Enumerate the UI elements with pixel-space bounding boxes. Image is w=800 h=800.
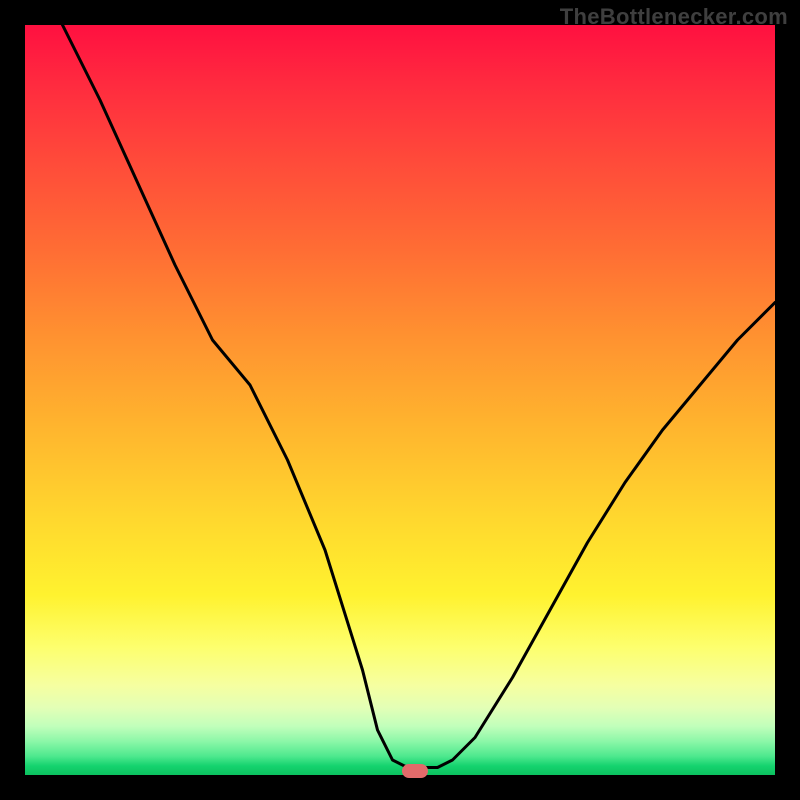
bottleneck-curve — [25, 25, 775, 775]
bottleneck-curve-path — [63, 25, 776, 768]
chart-frame: TheBottlenecker.com — [0, 0, 800, 800]
optimum-marker — [402, 764, 428, 778]
chart-plot-area — [25, 25, 775, 775]
